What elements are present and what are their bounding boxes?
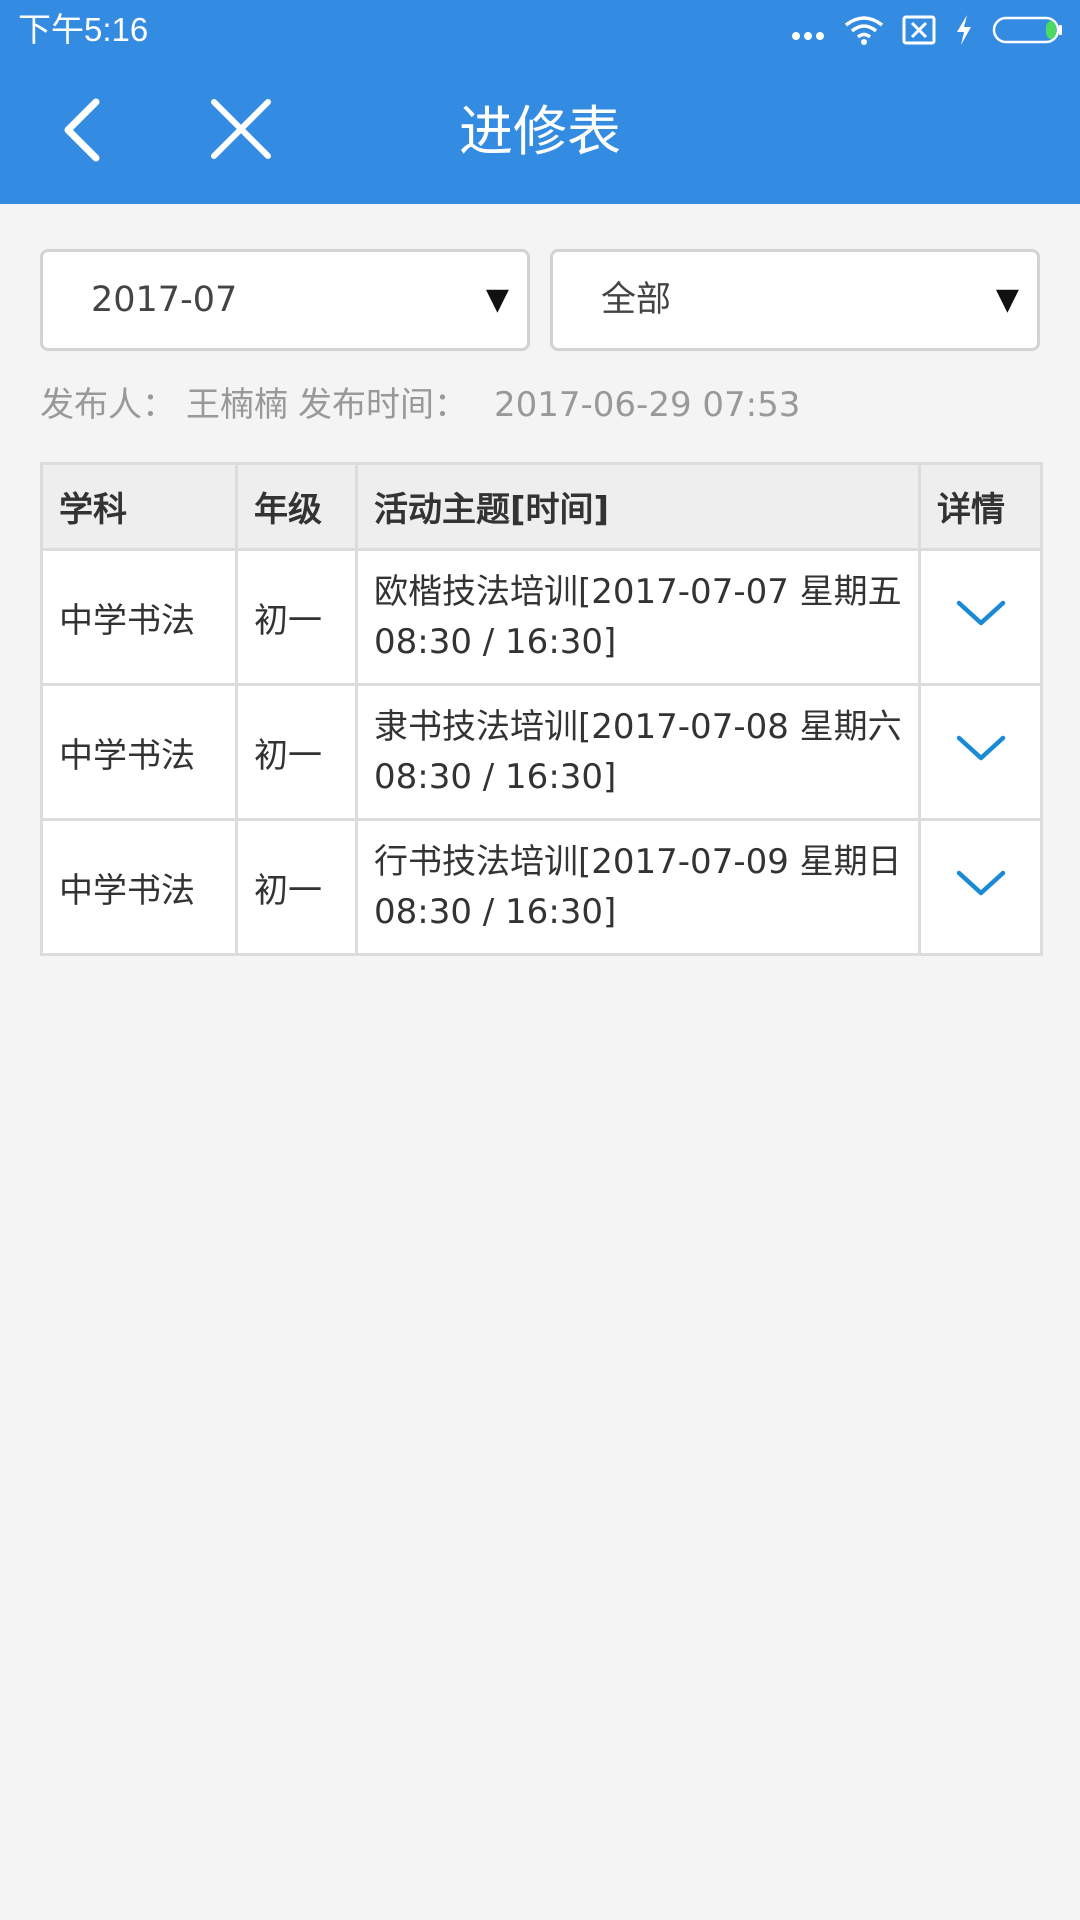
status-bar: 下午5:16: [0, 0, 1080, 60]
cell-grade: 初一: [235, 818, 358, 956]
status-icons: [772, 12, 1064, 48]
table-row[interactable]: 中学书法 初一 欧楷技法培训[2017-07-07 星期五 08:30 / 16…: [40, 548, 1043, 686]
publish-time-label: 发布时间：: [298, 385, 468, 425]
cell-topic: 行书技法培训[2017-07-09 星期日 08:30 / 16:30]: [355, 818, 921, 956]
category-select[interactable]: 全部 ▼: [550, 249, 1040, 351]
header-topic: 活动主题[时间]: [355, 462, 921, 551]
topic-time: 08:30 / 16:30]: [374, 892, 617, 932]
status-time: 下午5:16: [18, 11, 149, 48]
detail-toggle[interactable]: [918, 548, 1043, 686]
table-row[interactable]: 中学书法 初一 行书技法培训[2017-07-09 星期日 08:30 / 16…: [40, 818, 1043, 956]
cell-subject: 中学书法: [40, 818, 238, 956]
chevron-down-icon: [956, 735, 1005, 760]
publish-info: 发布人： 王楠楠 发布时间： 2017-06-29 07:53: [40, 380, 810, 430]
month-select[interactable]: 2017-07 ▼: [40, 249, 530, 351]
category-select-value: 全部: [601, 280, 672, 320]
app-header: 下午5:16 进修表: [0, 0, 1080, 204]
cell-subject: 中学书法: [40, 683, 238, 821]
header-grade: 年级: [235, 462, 358, 551]
dropdown-arrow-icon: ▼: [995, 282, 1019, 317]
charging-icon: [957, 15, 971, 45]
more-dots-icon: [790, 18, 826, 54]
page-title: 进修表: [459, 100, 621, 163]
detail-toggle[interactable]: [918, 683, 1043, 821]
chevron-down-icon: [956, 870, 1005, 895]
publisher-label: 发布人：: [40, 385, 176, 425]
cell-grade: 初一: [235, 683, 358, 821]
cell-topic: 隶书技法培训[2017-07-08 星期六 08:30 / 16:30]: [355, 683, 921, 821]
topic-line: 欧楷技法培训[2017-07-07 星期五: [374, 572, 902, 612]
battery-icon: [992, 16, 1062, 44]
topic-line: 隶书技法培训[2017-07-08 星期六: [374, 707, 902, 747]
dropdown-arrow-icon: ▼: [485, 282, 509, 317]
schedule-table: 学科 年级 活动主题[时间] 详情 中学书法 初一 欧楷技法培训[2017-07…: [40, 462, 1043, 956]
topic-time: 08:30 / 16:30]: [374, 757, 617, 797]
publish-time: 2017-06-29 07:53: [494, 385, 801, 425]
publisher-name: 王楠楠: [186, 385, 288, 425]
topic-time: 08:30 / 16:30]: [374, 622, 617, 662]
header-detail: 详情: [918, 462, 1043, 551]
month-select-value: 2017-07: [91, 280, 238, 320]
table-row[interactable]: 中学书法 初一 隶书技法培训[2017-07-08 星期六 08:30 / 16…: [40, 683, 1043, 821]
cell-subject: 中学书法: [40, 548, 238, 686]
cell-grade: 初一: [235, 548, 358, 686]
wifi-icon: [844, 16, 884, 45]
header-subject: 学科: [40, 462, 238, 551]
table-header-row: 学科 年级 活动主题[时间] 详情: [40, 462, 1043, 551]
detail-toggle[interactable]: [918, 818, 1043, 956]
sim-error-icon: [902, 15, 936, 45]
topic-line: 行书技法培训[2017-07-09 星期日: [374, 842, 902, 882]
cell-topic: 欧楷技法培训[2017-07-07 星期五 08:30 / 16:30]: [355, 548, 921, 686]
chevron-down-icon: [956, 600, 1005, 625]
